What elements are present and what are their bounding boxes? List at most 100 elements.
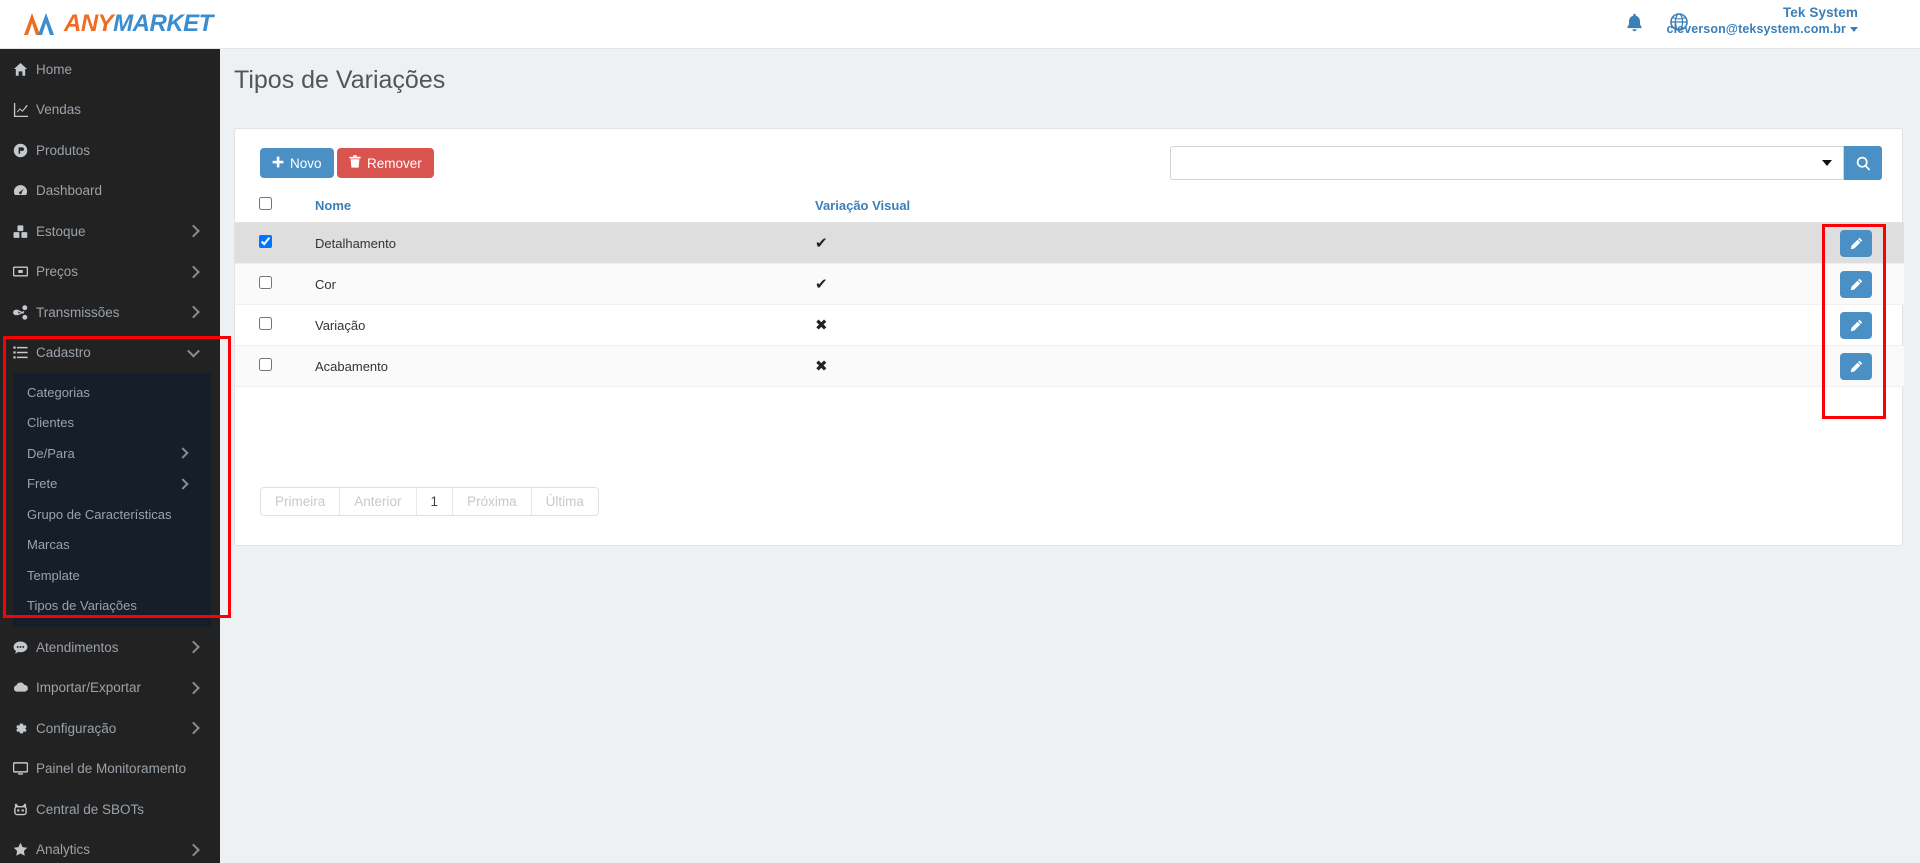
edit-row-button[interactable] (1840, 270, 1872, 298)
submenu-item-clientes[interactable]: Clientes (13, 408, 211, 439)
chart-line-icon (13, 102, 34, 118)
chevron-right-icon (187, 224, 200, 238)
submenu-item-marcas[interactable]: Marcas (13, 530, 211, 561)
novo-button[interactable]: Novo (260, 148, 334, 178)
variation-types-table: Nome Variação Visual Detalhamento ✔ Cor ✔ Va… (235, 191, 1904, 387)
share-icon (13, 305, 34, 320)
chevron-right-icon (187, 265, 200, 279)
sidebar-item-painel-de-monitoramento[interactable]: Painel de Monitoramento (0, 749, 220, 790)
sidebar-item-dashboard[interactable]: Dashboard (0, 171, 220, 212)
submenu-item-label: Template (27, 567, 80, 583)
table-head: Nome Variação Visual (235, 191, 1904, 223)
logo-text-market: MARKET (113, 10, 213, 37)
cell-actions (1745, 345, 1904, 387)
submenu-item-template[interactable]: Template (13, 560, 211, 591)
main-content-area: Tipos de Variações Novo Remover Nome Var… (220, 49, 1920, 863)
gear-icon (13, 721, 34, 736)
submenu-cadastro: Categorias Clientes De/Para Frete Grupo de C… (13, 373, 211, 627)
sidebar-item-cadastro[interactable]: Cadastro (0, 333, 220, 374)
sidebar-item-importar-exportar[interactable]: Importar/Exportar (0, 668, 220, 709)
chevron-right-icon (177, 447, 189, 459)
sidebar-item-label: Cadastro (36, 345, 91, 361)
pencil-icon (1850, 237, 1862, 249)
cell-actions (1745, 263, 1904, 305)
submenu-item-tipos-de-varia-es[interactable]: Tipos de Variações (13, 591, 211, 622)
pagination-page-1[interactable]: 1 (416, 488, 454, 515)
sidebar-item-transmiss-es[interactable]: Transmissões (0, 292, 220, 333)
sidebar-item-central-de-sbots[interactable]: Central de SBOTs (0, 789, 220, 830)
search-input[interactable] (1170, 146, 1810, 180)
cell-nome: Variação (315, 304, 815, 346)
row-checkbox[interactable] (259, 276, 272, 289)
table-row[interactable]: Cor ✔ (235, 263, 1904, 305)
chevron-right-icon (177, 478, 189, 490)
row-checkbox[interactable] (259, 235, 272, 248)
pagination-previous[interactable]: Anterior (340, 488, 417, 515)
pagination-first[interactable]: Primeira (261, 488, 341, 515)
pagination-last[interactable]: Última (531, 488, 598, 515)
sidebar-item-pre-os[interactable]: Preços (0, 252, 220, 293)
select-all-checkbox[interactable] (259, 197, 272, 210)
bell-icon[interactable] (1626, 13, 1643, 36)
sidebar-item-label: Home (36, 61, 73, 77)
sidebar-item-label: Vendas (36, 102, 82, 118)
cross-icon: ✖ (815, 317, 828, 334)
sidebar-item-label: Painel de Monitoramento (36, 761, 187, 777)
table-row[interactable]: Acabamento ✖ (235, 345, 1904, 387)
table-header-row: Nome Variação Visual (235, 191, 1904, 223)
row-checkbox[interactable] (259, 358, 272, 371)
submenu-item-de-para[interactable]: De/Para (13, 438, 211, 469)
sidebar-item-label: Central de SBOTs (36, 801, 145, 817)
submenu-item-grupo-de-caracter-sticas[interactable]: Grupo de Características (13, 499, 211, 530)
remover-button[interactable]: Remover (337, 148, 434, 178)
chevron-down-icon (187, 344, 200, 358)
submenu-item-label: Marcas (27, 537, 70, 553)
sidebar-item-label: Dashboard (36, 183, 103, 199)
sidebar-item-home[interactable]: Home (0, 49, 220, 90)
chevron-right-icon (187, 721, 200, 735)
column-header-variacao-visual[interactable]: Variação Visual (815, 191, 1745, 223)
submenu-item-frete[interactable]: Frete (13, 469, 211, 500)
user-account-block[interactable]: Tek System cleverson@teksystem.com.br (1667, 5, 1858, 38)
grid-toolbar: Novo Remover (235, 129, 1902, 191)
submenu-item-categorias[interactable]: Categorias (13, 377, 211, 408)
search-group (1170, 146, 1882, 180)
edit-row-button[interactable] (1840, 352, 1872, 380)
column-header-actions (1745, 191, 1904, 223)
column-header-nome[interactable]: Nome (315, 191, 815, 223)
plus-icon (272, 156, 284, 171)
plus-icon-glyph (272, 156, 284, 167)
user-email-label: cleverson@teksystem.com.br (1666, 21, 1846, 36)
select-all-header (235, 191, 315, 223)
trash-icon (349, 155, 361, 171)
cell-actions (1745, 304, 1904, 346)
anymarket-logo[interactable]: ANYMARKET (22, 5, 213, 43)
search-dropdown-toggle[interactable] (1810, 146, 1844, 180)
sidebar-item-configura-o[interactable]: Configuração (0, 708, 220, 749)
sidebar-item-estoque[interactable]: Estoque (0, 211, 220, 252)
user-email-dropdown[interactable]: cleverson@teksystem.com.br (1667, 22, 1858, 38)
sidebar-item-vendas[interactable]: Vendas (0, 90, 220, 131)
dashboard-icon (13, 183, 34, 198)
submenu-item-label: Frete (27, 476, 58, 492)
pagination: Primeira Anterior 1 Próxima Última (260, 487, 599, 516)
chevron-right-icon (187, 681, 200, 695)
cell-variacao-visual: ✔ (815, 222, 1745, 264)
pagination-next[interactable]: Próxima (453, 488, 532, 515)
sidebar-navigation: Home Vendas Produtos Dashboard Estoque Preços… (0, 49, 220, 863)
table-row[interactable]: Detalhamento ✔ (235, 222, 1904, 264)
submenu-item-label: Tipos de Variações (27, 598, 137, 614)
home-icon (13, 62, 34, 77)
edit-row-button[interactable] (1840, 311, 1872, 339)
table-row[interactable]: Variação ✖ (235, 304, 1904, 346)
row-checkbox[interactable] (259, 317, 272, 330)
sidebar-item-atendimentos[interactable]: Atendimentos (0, 627, 220, 668)
edit-row-button[interactable] (1840, 229, 1872, 257)
row-select-cell (235, 345, 315, 387)
chevron-right-icon (187, 305, 200, 319)
sidebar-item-produtos[interactable]: Produtos (0, 130, 220, 171)
search-button[interactable] (1844, 146, 1882, 180)
submenu-item-label: De/Para (27, 445, 75, 461)
sidebar-item-analytics[interactable]: Analytics (0, 830, 220, 863)
cell-nome: Cor (315, 263, 815, 305)
